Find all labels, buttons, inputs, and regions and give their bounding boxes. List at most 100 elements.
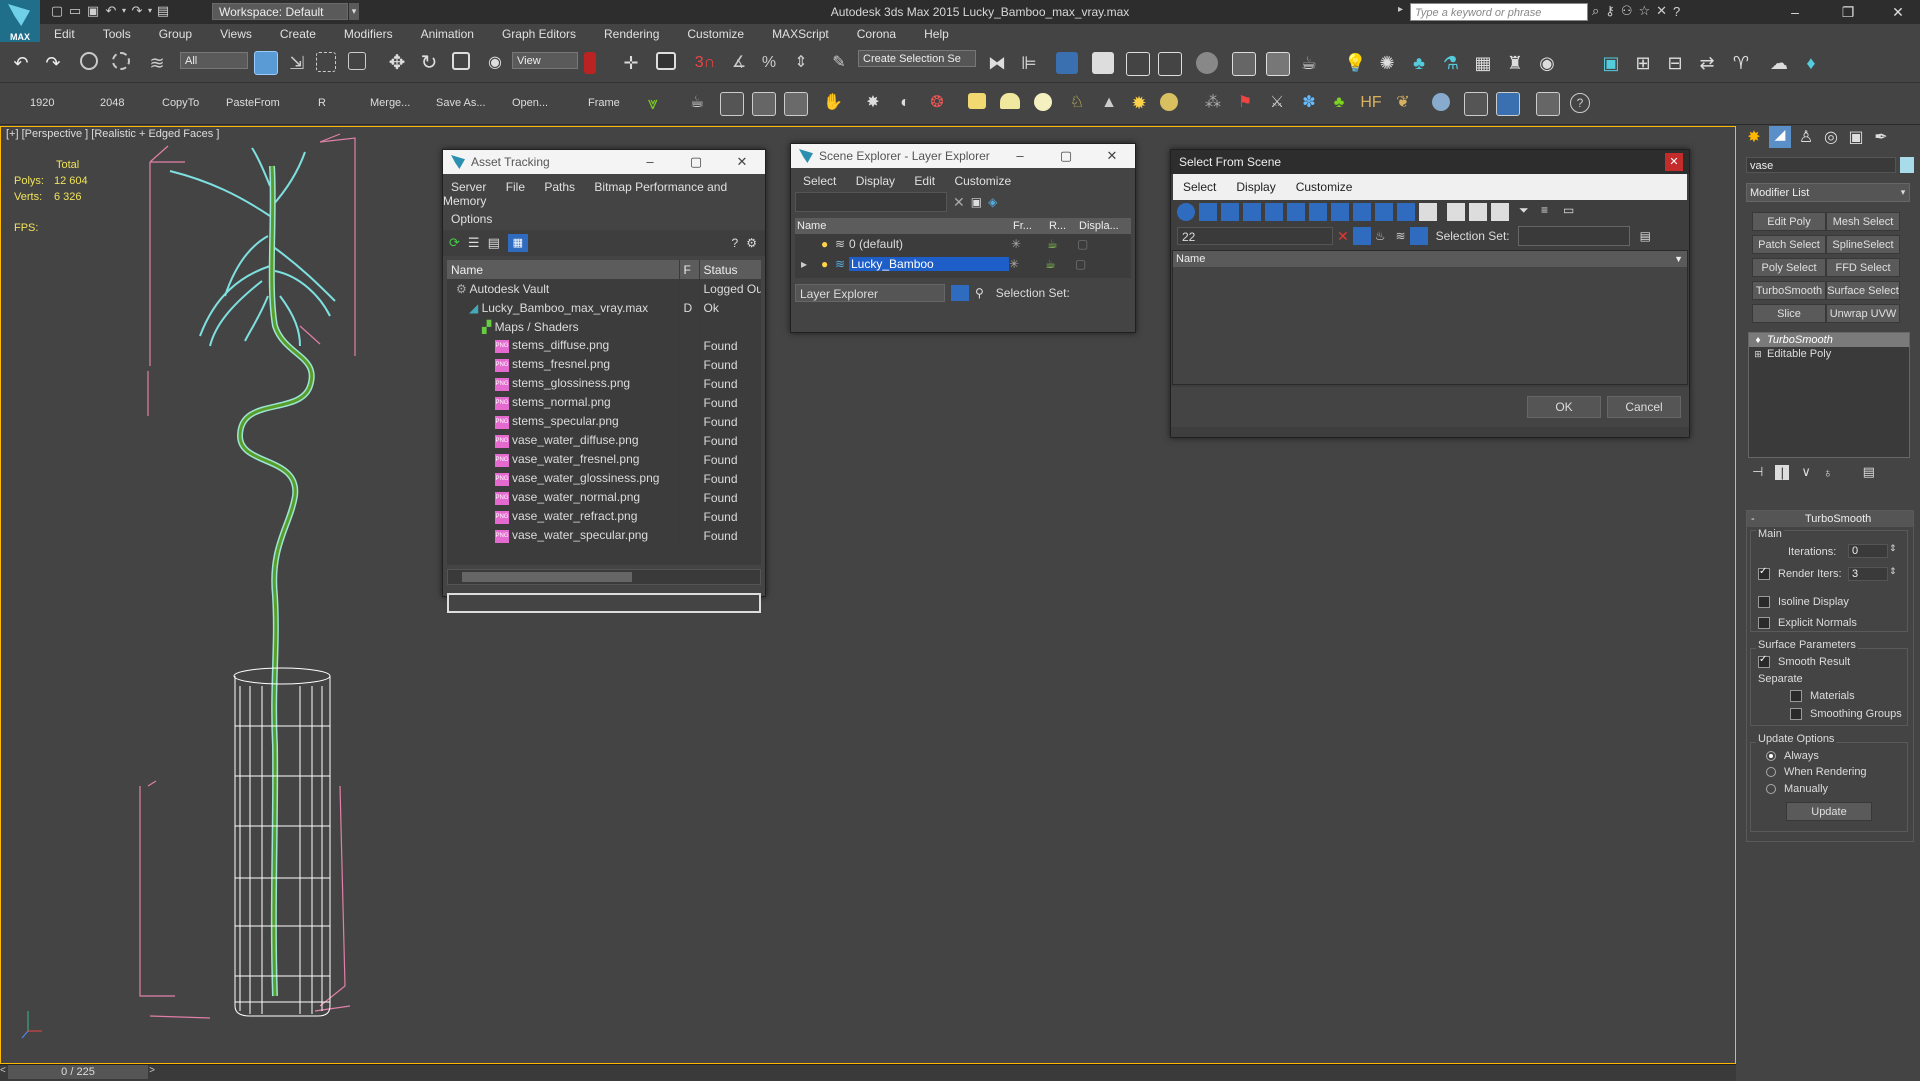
menu-server[interactable]: Server — [451, 180, 486, 194]
object-name-input[interactable]: vase — [1746, 157, 1896, 173]
expand-arrow-icon[interactable]: ▸ — [795, 257, 813, 271]
stack-item-turbosmooth[interactable]: ♦ TurboSmooth — [1749, 333, 1909, 347]
groups-filter-icon[interactable] — [1309, 203, 1327, 221]
checkbox-icon[interactable] — [1758, 566, 1770, 581]
edit-poly-button[interactable]: Edit Poly — [1752, 212, 1826, 231]
table-row[interactable]: ▞ Maps / Shaders — [447, 317, 761, 336]
update-button[interactable]: Update — [1786, 802, 1872, 821]
geometry-filter-icon[interactable] — [1177, 203, 1195, 221]
column-display[interactable]: Displa... — [1079, 220, 1123, 232]
menu-graph-editors[interactable]: Graph Editors — [502, 24, 576, 44]
merge-button[interactable]: Merge... — [370, 97, 410, 109]
chevron-down-icon[interactable]: ⩔ — [642, 92, 664, 114]
tool-options-icon[interactable]: ♈ — [1730, 52, 1752, 74]
checkbox-icon[interactable] — [1758, 596, 1770, 609]
light-bulb-icon[interactable]: ● — [821, 257, 835, 271]
angle-snap-icon[interactable]: ∡ — [728, 52, 750, 74]
frozen-filter-icon[interactable] — [1397, 203, 1415, 221]
vray-clipper-icon[interactable]: ✽ — [1298, 92, 1320, 114]
poly-select-button[interactable]: Poly Select — [1752, 258, 1826, 277]
percent-snap-icon[interactable]: % — [758, 52, 780, 74]
render-iters-spinner[interactable]: 3 — [1848, 567, 1888, 581]
dome-light-icon[interactable] — [1000, 93, 1020, 109]
clear-search-icon[interactable]: ✕ — [953, 194, 965, 211]
layer-icon[interactable]: ≋ — [1396, 229, 1406, 243]
redo-icon[interactable]: ↷ — [42, 52, 64, 74]
new-file-icon[interactable]: ▢ — [48, 3, 66, 19]
always-radio[interactable]: Always — [1766, 750, 1819, 762]
create-tab-icon[interactable]: ✸ — [1744, 127, 1764, 147]
find-input[interactable]: 22 — [1177, 227, 1333, 245]
menu-views[interactable]: Views — [220, 24, 252, 44]
filter-icon[interactable]: ⏷ — [1519, 203, 1537, 221]
workspace-dropdown[interactable]: Workspace: Default — [212, 3, 348, 20]
minimize-button[interactable]: – — [627, 154, 673, 170]
rendered-frame-window-icon[interactable] — [1266, 52, 1290, 76]
display-all-icon[interactable] — [1419, 203, 1437, 221]
make-unique-icon[interactable]: ∨ — [1801, 464, 1811, 480]
table-row[interactable]: PNG stems_glossiness.png Found — [447, 374, 761, 393]
align-icon[interactable]: ⊫ — [1018, 52, 1040, 74]
containers-filter-icon[interactable] — [1375, 203, 1393, 221]
column-name[interactable]: Name — [1176, 253, 1205, 265]
radio-icon[interactable] — [1766, 751, 1776, 762]
time-slider-thumb[interactable]: 0 / 225 — [8, 1065, 148, 1079]
vray-fur-icon[interactable]: ▦ — [1472, 52, 1494, 74]
select-manipulate-icon[interactable]: ✛ — [620, 52, 642, 74]
vray-displacement-icon[interactable]: ⚔ — [1266, 92, 1288, 114]
star-icon[interactable]: ☆ — [1638, 3, 1650, 19]
explicit-normals-checkbox[interactable]: Explicit Normals — [1758, 617, 1857, 630]
column-name[interactable]: Name — [447, 260, 680, 279]
save-file-icon[interactable]: ▣ — [84, 3, 102, 19]
smooth-result-checkbox[interactable]: Smooth Result — [1758, 654, 1850, 669]
maximize-button[interactable]: ▢ — [673, 154, 719, 170]
select-all-icon[interactable]: ▣ — [971, 195, 982, 209]
column-name[interactable]: Name — [795, 220, 1013, 232]
menu-customize[interactable]: Customize — [1296, 180, 1353, 194]
render-setup-icon[interactable] — [1232, 52, 1256, 76]
menu-customize[interactable]: Customize — [954, 174, 1011, 188]
render-last-icon[interactable] — [784, 92, 808, 116]
window-crossing-icon[interactable] — [348, 52, 366, 70]
key-icon[interactable]: ⚷ — [1605, 3, 1615, 19]
spinner-arrows-icon[interactable]: ⇕ — [1889, 566, 1897, 577]
checkbox-icon[interactable] — [1758, 654, 1770, 669]
ambient-light-icon[interactable] — [1160, 93, 1178, 111]
object-list[interactable]: Name ▼ — [1172, 250, 1688, 385]
mirror-icon[interactable]: ⧓ — [986, 52, 1008, 74]
undo-icon[interactable]: ↶ — [10, 52, 32, 74]
layer-highlight-icon[interactable]: ◈ — [988, 195, 997, 209]
mesh-select-button[interactable]: Mesh Select — [1826, 212, 1900, 231]
utilities-tab-icon[interactable]: ✒ — [1871, 127, 1891, 147]
batch-render-icon[interactable] — [1536, 92, 1560, 116]
menu-corona[interactable]: Corona — [857, 24, 896, 44]
stack-item-editable-poly[interactable]: ⊞ Editable Poly — [1749, 347, 1909, 361]
light-icon[interactable]: 💡 — [1344, 52, 1366, 74]
proxy-icon[interactable]: ⚗ — [1440, 52, 1462, 74]
table-view-icon[interactable]: ▦ — [507, 234, 528, 252]
collapse-icon[interactable]: - — [1747, 513, 1765, 525]
curve-editor-icon[interactable] — [1126, 52, 1150, 76]
binoculars-icon[interactable]: ⌕ — [1592, 3, 1599, 19]
light-bulb-icon[interactable]: ♦ — [1749, 335, 1767, 346]
display-box-icon[interactable]: ▢ — [1077, 237, 1088, 251]
cameras-filter-icon[interactable] — [1243, 203, 1261, 221]
table-row[interactable]: PNG stems_fresnel.png Found — [447, 355, 761, 374]
minimize-button[interactable]: – — [1775, 0, 1815, 24]
checkbox-icon[interactable] — [1790, 690, 1802, 703]
xrefs-filter-icon[interactable] — [1331, 203, 1349, 221]
open-file-icon[interactable]: ▭ — [66, 3, 84, 19]
layer-row-lucky-bamboo[interactable]: ▸ ● ≋ Lucky_Bamboo ✳ ☕ ▢ — [795, 254, 1131, 274]
copy-to-button[interactable]: CopyTo — [162, 97, 199, 109]
checkbox-icon[interactable] — [1758, 617, 1770, 630]
teapot-icon[interactable]: ☕ — [686, 92, 708, 114]
schematic-view-icon[interactable] — [1158, 52, 1182, 76]
menu-options[interactable]: Options — [451, 212, 492, 226]
menu-rendering[interactable]: Rendering — [604, 24, 659, 44]
sun-light-icon[interactable]: ✹ — [1128, 92, 1150, 114]
menu-edit[interactable]: Edit — [54, 24, 75, 44]
column-menu-icon[interactable]: ▼ — [1674, 254, 1683, 264]
vray-plane-icon[interactable]: ♜ — [1504, 52, 1526, 74]
columns-icon[interactable]: ▭ — [1563, 203, 1581, 221]
bind-space-warp-icon[interactable]: ≋ — [146, 52, 168, 74]
